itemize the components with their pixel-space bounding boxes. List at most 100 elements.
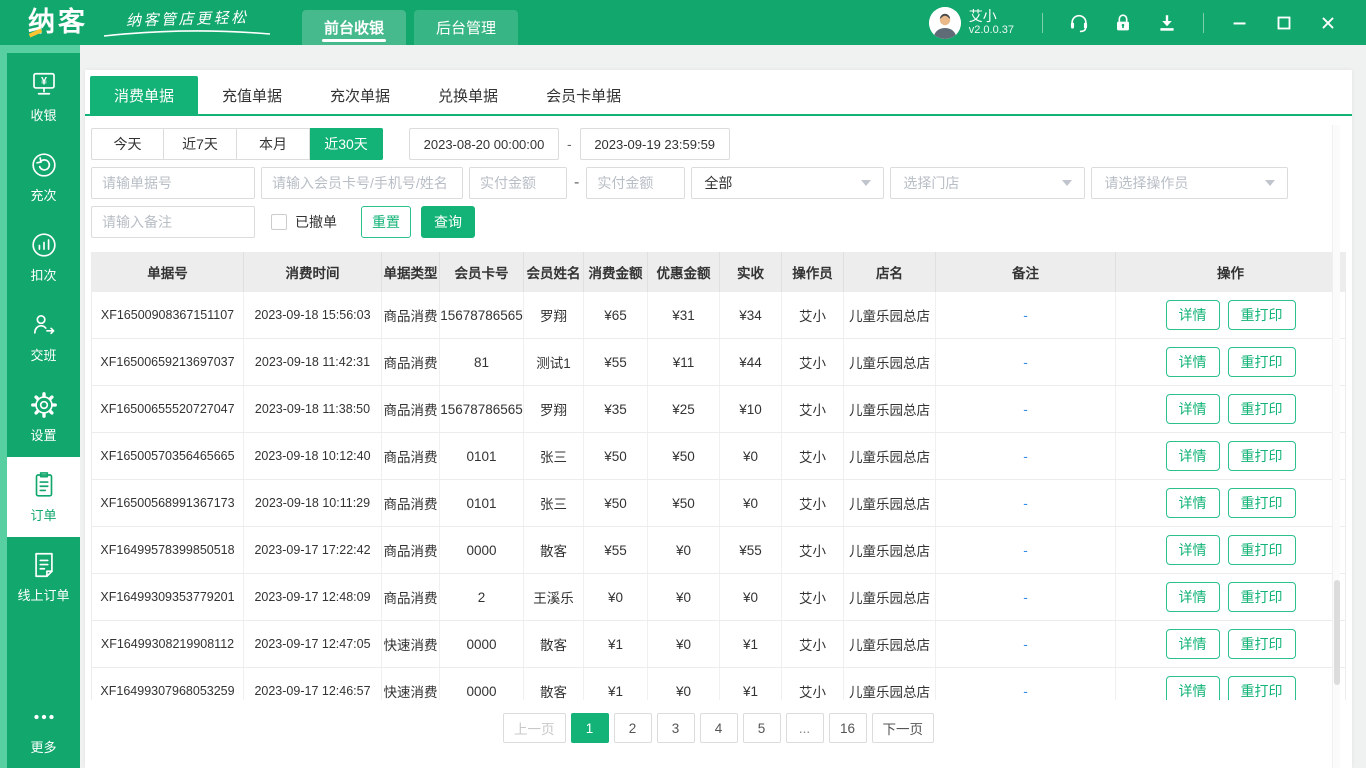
sidebar-item-online-orders[interactable]: 线上订单 (7, 537, 80, 617)
reprint-button[interactable]: 重打印 (1228, 488, 1296, 518)
nav-tab-backend-admin[interactable]: 后台管理 (414, 10, 518, 45)
cancelled-checkbox[interactable] (271, 214, 287, 230)
sidebar-item-shift-handover[interactable]: 交班 (7, 297, 80, 377)
app-logo: 纳客 (28, 9, 88, 36)
chevron-down-icon (861, 180, 871, 186)
store-select[interactable]: 选择门店 (890, 167, 1085, 199)
cell-card-no: 15678786565 (440, 292, 524, 338)
detail-button[interactable]: 详情 (1166, 441, 1220, 471)
detail-button[interactable]: 详情 (1166, 488, 1220, 518)
detail-button[interactable]: 详情 (1166, 629, 1220, 659)
detail-button[interactable]: 详情 (1166, 676, 1220, 700)
member-search-input[interactable] (261, 167, 463, 199)
detail-button[interactable]: 详情 (1166, 300, 1220, 330)
cell-paid: ¥1 (720, 621, 782, 667)
cell-card-no: 0101 (440, 480, 524, 526)
cell-store: 儿童乐园总店 (844, 527, 936, 573)
detail-button[interactable]: 详情 (1166, 347, 1220, 377)
quick-range-last-30-days[interactable]: 近30天 (310, 128, 383, 160)
cell-paid: ¥44 (720, 339, 782, 385)
cancelled-checkbox-label: 已撤单 (295, 212, 337, 232)
more-icon (29, 702, 59, 732)
reprint-button[interactable]: 重打印 (1228, 629, 1296, 659)
nav-tab-front-cashier[interactable]: 前台收银 (302, 10, 406, 45)
sidebar-item-recharge-times[interactable]: 充次 (7, 137, 80, 217)
cell-member-name: 散客 (524, 621, 584, 667)
topbar: 纳客 纳客管店更轻松 前台收银后台管理 艾小 v2.0.0.37 (0, 0, 1366, 45)
paid-min-input[interactable] (469, 167, 567, 199)
download-icon[interactable] (1156, 12, 1178, 34)
table-row: XF165006555207270472023-09-18 11:38:50商品… (92, 386, 1345, 433)
cell-amount: ¥1 (584, 668, 648, 700)
remark-input[interactable] (91, 206, 255, 238)
cell-amount: ¥55 (584, 339, 648, 385)
cell-operator: 艾小 (782, 621, 844, 667)
minimize-button[interactable] (1229, 12, 1251, 34)
table-row: XF164993093537792012023-09-17 12:48:09商品… (92, 574, 1345, 621)
table-body: XF165009083671511072023-09-18 15:56:03商品… (92, 292, 1345, 700)
filter-row-date: 今天近7天本月近30天 - (91, 128, 1346, 160)
sidebar-item-cashier[interactable]: ¥收银 (7, 57, 80, 137)
order-type-select[interactable]: 全部 (691, 167, 884, 199)
customer-service-icon[interactable] (1068, 12, 1090, 34)
prev-page-button[interactable]: 上一页 (503, 713, 566, 743)
cell-card-no: 81 (440, 339, 524, 385)
user-block[interactable]: 艾小 v2.0.0.37 (929, 7, 1014, 39)
operator-select[interactable]: 请选择操作员 (1091, 167, 1288, 199)
reprint-button[interactable]: 重打印 (1228, 394, 1296, 424)
page-ellipsis[interactable]: ... (786, 713, 824, 743)
page-button-4[interactable]: 4 (700, 713, 738, 743)
reprint-button[interactable]: 重打印 (1228, 347, 1296, 377)
cell-operator: 艾小 (782, 668, 844, 700)
cell-remark: - (936, 292, 1116, 338)
cell-member-name: 散客 (524, 527, 584, 573)
sidebar-item-more[interactable]: 更多 (7, 698, 80, 760)
page-button-3[interactable]: 3 (657, 713, 695, 743)
date-from-input[interactable] (409, 128, 559, 160)
tab-member-card-orders[interactable]: 会员卡单据 (522, 76, 645, 114)
close-button[interactable] (1317, 12, 1339, 34)
cell-amount: ¥0 (584, 574, 648, 620)
reprint-button[interactable]: 重打印 (1228, 535, 1296, 565)
detail-button[interactable]: 详情 (1166, 394, 1220, 424)
page-button-1[interactable]: 1 (571, 713, 609, 743)
column-header: 实收 (720, 252, 782, 292)
tab-recharge-orders[interactable]: 充值单据 (198, 76, 306, 114)
order-no-input[interactable] (91, 167, 255, 199)
date-to-input[interactable] (580, 128, 730, 160)
tab-recharge-times-orders[interactable]: 充次单据 (306, 76, 414, 114)
shift-icon (29, 310, 59, 340)
cell-type: 商品消费 (382, 386, 440, 432)
reprint-button[interactable]: 重打印 (1228, 300, 1296, 330)
reprint-button[interactable]: 重打印 (1228, 676, 1296, 700)
quick-range-last-7-days[interactable]: 近7天 (164, 128, 237, 160)
cell-remark: - (936, 621, 1116, 667)
store-placeholder: 选择门店 (903, 173, 959, 193)
lock-icon[interactable] (1112, 12, 1134, 34)
cell-time: 2023-09-18 11:38:50 (244, 386, 382, 432)
reprint-button[interactable]: 重打印 (1228, 441, 1296, 471)
date-range-separator: - (567, 136, 572, 152)
next-page-button[interactable]: 下一页 (872, 713, 935, 743)
quick-range-this-month[interactable]: 本月 (237, 128, 310, 160)
detail-button[interactable]: 详情 (1166, 582, 1220, 612)
scrollbar-thumb[interactable] (1334, 580, 1340, 685)
sidebar-item-label: 交班 (30, 345, 56, 364)
tab-consume-orders[interactable]: 消费单据 (90, 76, 198, 114)
sidebar-item-settings[interactable]: 设置 (7, 377, 80, 457)
page-button-5[interactable]: 5 (743, 713, 781, 743)
cell-amount: ¥55 (584, 527, 648, 573)
reset-button[interactable]: 重置 (361, 206, 411, 238)
page-button-16[interactable]: 16 (829, 713, 867, 743)
sidebar-item-orders[interactable]: 订单 (7, 457, 80, 537)
paid-max-input[interactable] (586, 167, 685, 199)
page-button-2[interactable]: 2 (614, 713, 652, 743)
reprint-button[interactable]: 重打印 (1228, 582, 1296, 612)
cell-paid: ¥10 (720, 386, 782, 432)
quick-range-today[interactable]: 今天 (91, 128, 164, 160)
detail-button[interactable]: 详情 (1166, 535, 1220, 565)
sidebar-item-deduct-times[interactable]: 扣次 (7, 217, 80, 297)
search-button[interactable]: 查询 (421, 206, 475, 238)
maximize-button[interactable] (1273, 12, 1295, 34)
tab-exchange-orders[interactable]: 兑换单据 (414, 76, 522, 114)
